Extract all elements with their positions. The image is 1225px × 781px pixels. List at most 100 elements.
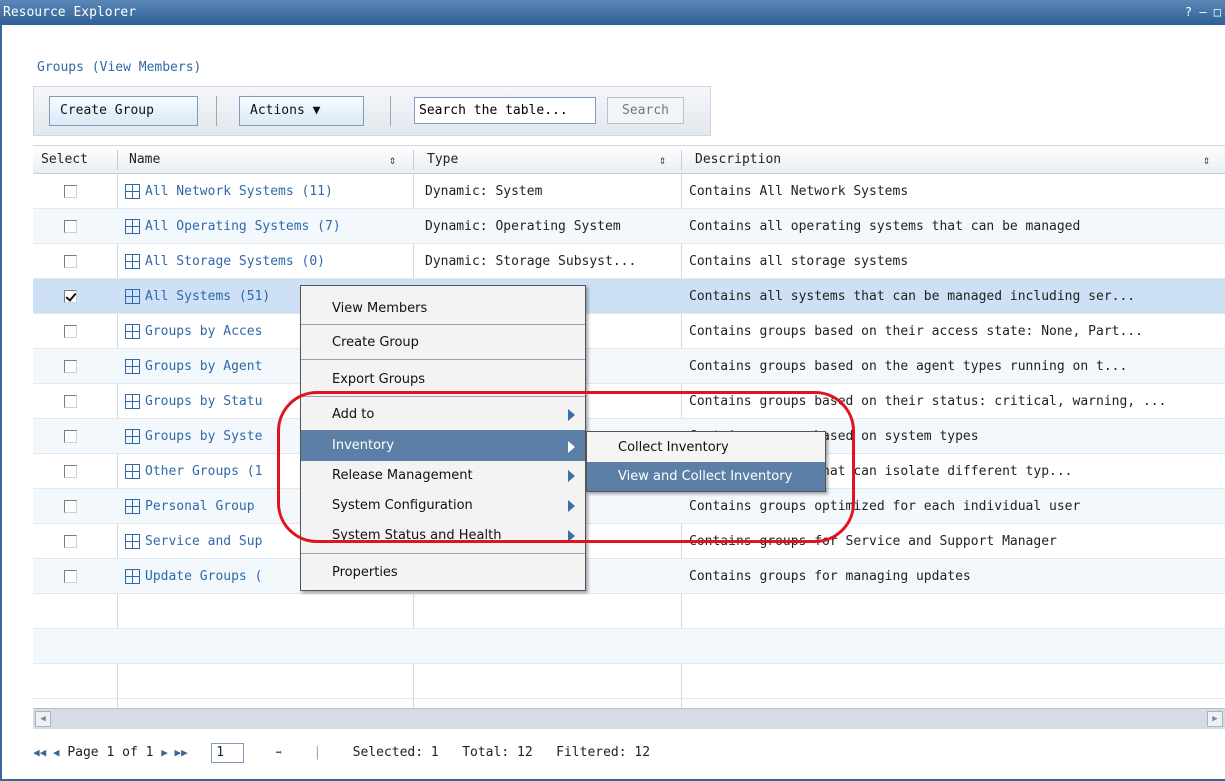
group-name-link[interactable]: Other Groups (1 [145, 454, 262, 489]
submenu-arrow-icon [568, 441, 575, 453]
horizontal-scrollbar[interactable]: ◀ ▶ [33, 708, 1225, 729]
scroll-left-arrow-icon[interactable]: ◀ [35, 711, 51, 727]
go-page-icon[interactable]: ➡ [276, 746, 283, 759]
group-name-link[interactable]: All Systems (51) [145, 279, 270, 314]
row-select-checkbox[interactable] [64, 185, 77, 198]
row-select-checkbox[interactable] [64, 570, 77, 583]
create-group-button[interactable]: Create Group [49, 96, 198, 126]
submenu-item-view-collect-inventory[interactable]: View and Collect Inventory [587, 462, 825, 491]
header-type[interactable]: Type [419, 146, 679, 174]
sort-type-icon[interactable]: ⇕ [659, 146, 666, 174]
group-name-link[interactable]: All Storage Systems (0) [145, 244, 325, 279]
group-name-link[interactable]: Update Groups ( [145, 559, 262, 594]
window-controls[interactable]: ? – □ [1185, 0, 1221, 25]
search-input[interactable] [414, 97, 596, 124]
submenu-item-collect-inventory[interactable]: Collect Inventory [587, 433, 825, 462]
group-name-link[interactable]: All Operating Systems (7) [145, 209, 341, 244]
table-row[interactable]: Groups by Acces Contains groups based on … [33, 314, 1225, 349]
group-name-link[interactable]: Service and Sup [145, 524, 262, 559]
description-cell: Contains groups for Service and Support … [689, 534, 1057, 549]
menu-item-inventory[interactable]: Inventory [301, 430, 585, 461]
group-name-link[interactable]: Groups by Statu [145, 384, 262, 419]
row-select-checkbox[interactable] [64, 430, 77, 443]
table-header: Select Name ⇕ Type ⇕ Description ⇕ [33, 146, 1225, 174]
name-cell: All Network Systems (11) [125, 174, 410, 209]
table-row[interactable]: All Operating Systems (7) Dynamic: Operat… [33, 209, 1225, 244]
name-cell: All Operating Systems (7) [125, 209, 410, 244]
menu-separator [301, 553, 585, 554]
menu-item-export-groups[interactable]: Export Groups [301, 363, 585, 397]
row-select-checkbox[interactable] [64, 500, 77, 513]
submenu-arrow-icon [568, 530, 575, 542]
sort-description-icon[interactable]: ⇕ [1203, 146, 1210, 174]
header-divider [117, 150, 118, 170]
menu-item-create-group[interactable]: Create Group [301, 326, 585, 360]
group-name-link[interactable]: Groups by Syste [145, 419, 262, 454]
table-row[interactable]: Groups by Agent Contains groups based on … [33, 349, 1225, 384]
row-select-checkbox[interactable] [64, 220, 77, 233]
group-name-link[interactable]: All Network Systems (11) [145, 174, 333, 209]
menu-item-system-configuration[interactable]: System Configuration [301, 491, 585, 521]
menu-item-label: Properties [332, 565, 398, 580]
group-name-link[interactable]: Personal Group [145, 489, 255, 524]
type-cell: Dynamic: Operating System [425, 219, 621, 234]
menu-item-label: Create Group [332, 335, 419, 350]
row-select-checkbox[interactable] [64, 395, 77, 408]
table-row[interactable]: All Network Systems (11) Dynamic: System C… [33, 174, 1225, 209]
group-name-link[interactable]: Groups by Acces [145, 314, 262, 349]
section-title: Groups (View Members) [37, 60, 202, 75]
group-icon [125, 394, 140, 409]
next-last-page-icon[interactable]: ▶ ▶▶ [161, 746, 188, 759]
menu-item-properties[interactable]: Properties [301, 556, 585, 590]
toolbar-separator [390, 96, 391, 126]
group-icon [125, 464, 140, 479]
row-select-checkbox[interactable] [64, 325, 77, 338]
type-cell: Dynamic: Storage Subsyst... [425, 254, 637, 269]
table-row[interactable]: All Storage Systems (0) Dynamic: Storage … [33, 244, 1225, 279]
header-divider [413, 150, 414, 170]
menu-item-system-status-health[interactable]: System Status and Health [301, 521, 585, 551]
group-name-link[interactable]: Groups by Agent [145, 349, 262, 384]
toolbar-separator [216, 96, 217, 126]
table-row[interactable]: Groups by Statu Contains groups based on … [33, 384, 1225, 419]
window-title-bar: Resource Explorer ? – □ [0, 0, 1225, 25]
row-select-checkbox[interactable] [64, 290, 77, 303]
row-select-checkbox[interactable] [64, 465, 77, 478]
actions-dropdown-button[interactable]: Actions ▼ [239, 96, 364, 126]
menu-separator [301, 396, 585, 397]
group-icon [125, 429, 140, 444]
filtered-count: Filtered: 12 [556, 745, 651, 760]
context-menu: View Members Create Group Export Groups … [300, 285, 586, 591]
search-button[interactable]: Search [607, 97, 684, 124]
row-select-checkbox[interactable] [64, 360, 77, 373]
selected-count: Selected: 1 [352, 745, 439, 760]
page-number-input[interactable]: 1 [211, 742, 245, 763]
table-row[interactable]: Personal Group Contains groups optimized … [33, 489, 1225, 524]
total-count: Total: 12 [462, 745, 533, 760]
group-icon [125, 219, 140, 234]
sort-name-icon[interactable]: ⇕ [389, 146, 396, 174]
group-icon [125, 359, 140, 374]
type-cell: Dynamic: System [425, 184, 543, 199]
group-icon [125, 289, 140, 304]
scroll-right-arrow-icon[interactable]: ▶ [1207, 711, 1223, 727]
menu-item-view-members[interactable]: View Members [301, 292, 585, 326]
header-name[interactable]: Name [121, 146, 411, 174]
header-description[interactable]: Description [687, 146, 1187, 174]
menu-item-release-management[interactable]: Release Management [301, 461, 585, 491]
menu-item-add-to[interactable]: Add to [301, 398, 585, 432]
empty-table-row [33, 664, 1225, 699]
description-cell: Contains groups based on the agent types… [689, 359, 1128, 374]
row-select-checkbox[interactable] [64, 535, 77, 548]
group-icon [125, 499, 140, 514]
submenu-arrow-icon [568, 409, 575, 421]
table-row[interactable]: All Systems (51) Contains all systems tha… [33, 279, 1225, 314]
table-row[interactable]: Update Groups (Contains groups for manag… [33, 559, 1225, 594]
groups-table: Select Name ⇕ Type ⇕ Description ⇕ All N… [33, 145, 1225, 709]
row-select-checkbox[interactable] [64, 255, 77, 268]
page-label: Page 1 of 1 [67, 745, 154, 760]
first-prev-page-icon[interactable]: ◀◀ ◀ [33, 746, 60, 759]
description-cell: Contains all systems that can be managed… [689, 289, 1136, 304]
menu-item-label: System Configuration [332, 498, 473, 513]
table-row[interactable]: Service and Sup Contains groups for Servi… [33, 524, 1225, 559]
